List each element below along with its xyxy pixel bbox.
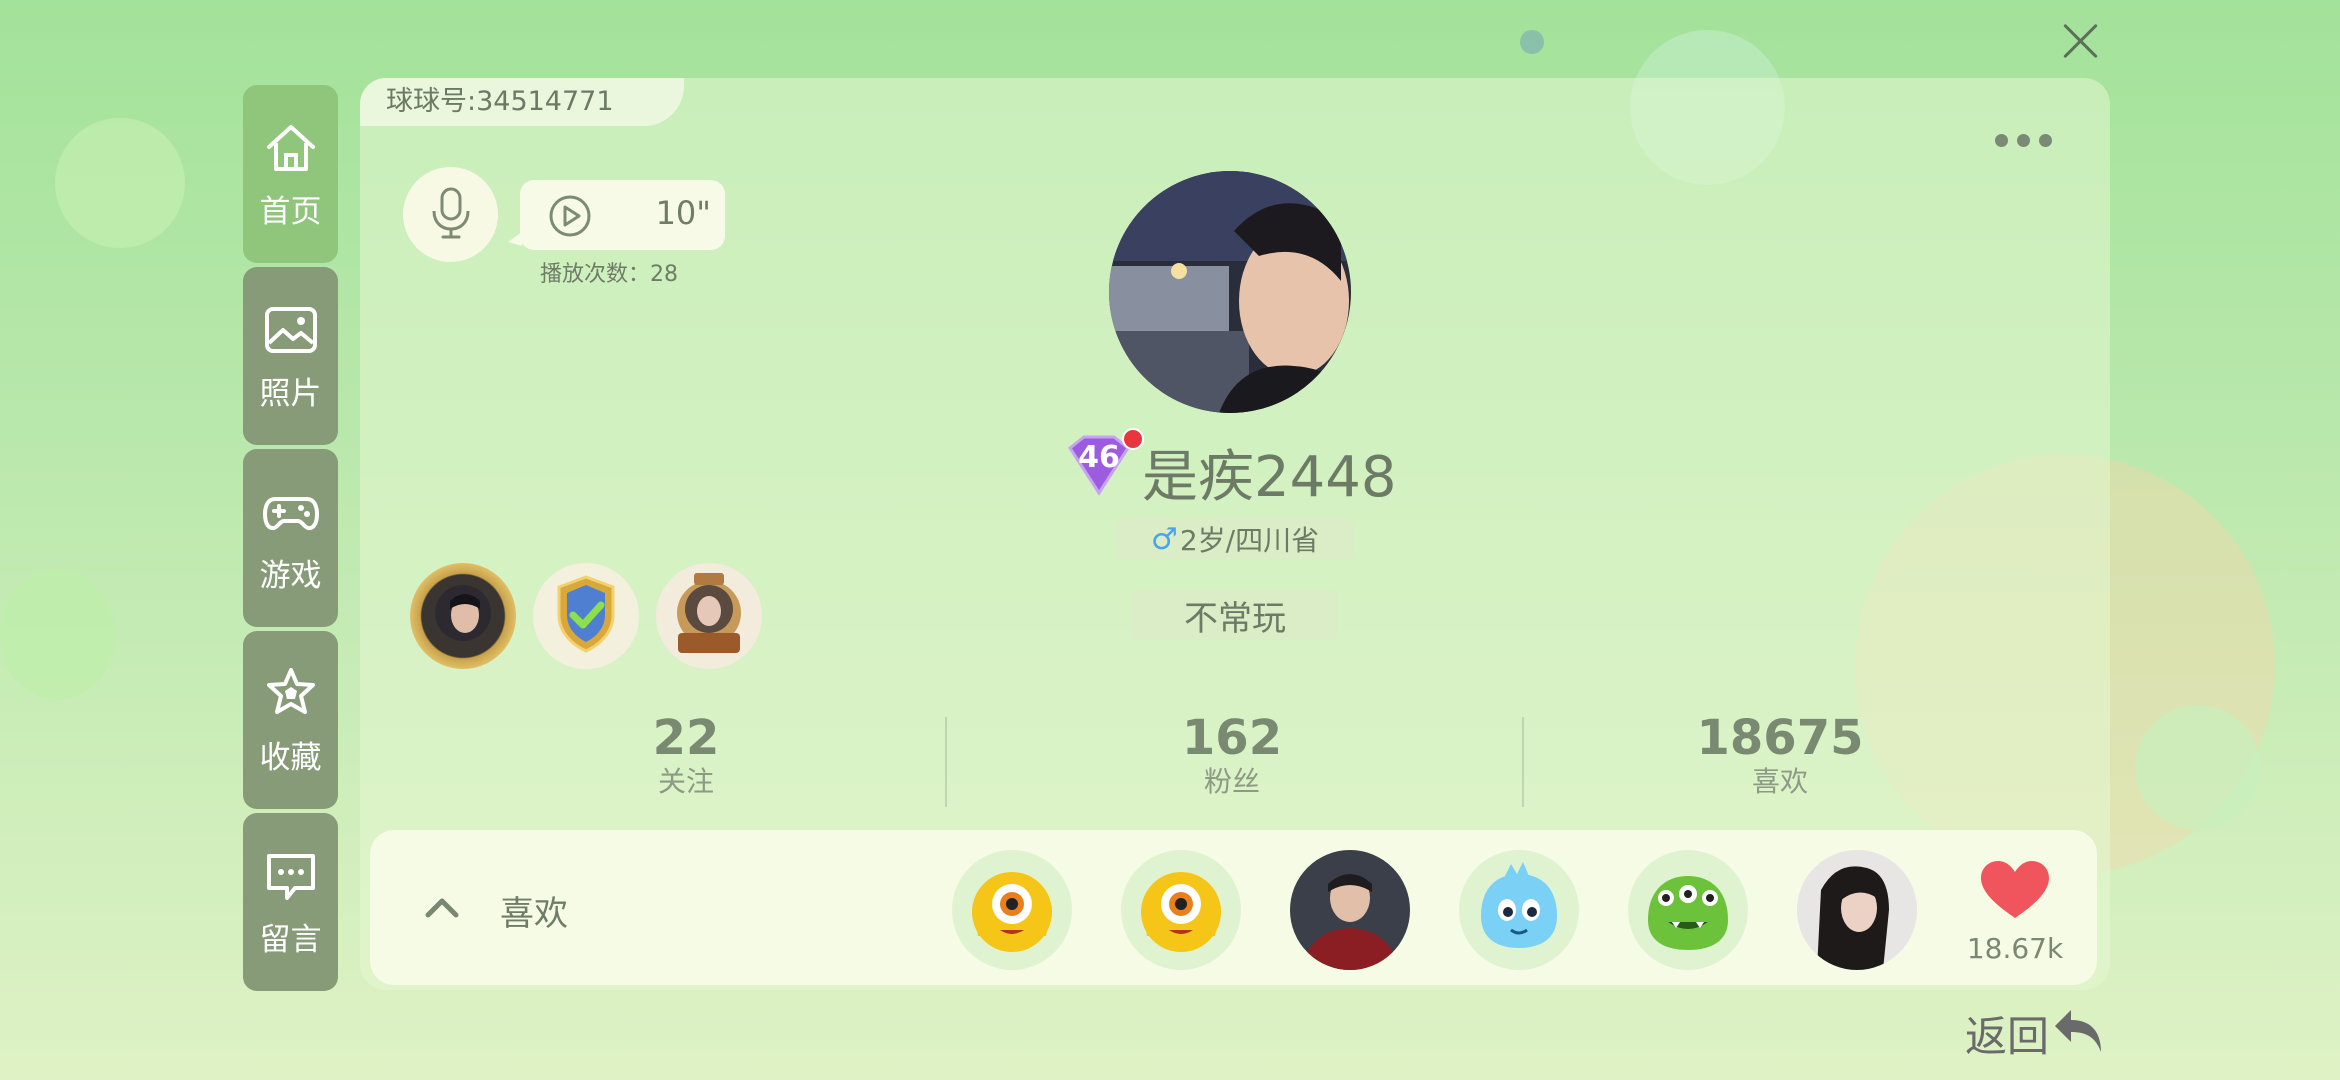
medal-badge-verified[interactable] xyxy=(533,563,639,669)
heart-icon xyxy=(1977,861,2053,926)
user-info: ♂ 2岁/四川省 xyxy=(1116,518,1354,560)
sidebar-item-label: 收藏 xyxy=(259,739,322,776)
play-count: 播放次数：28 xyxy=(540,262,678,287)
record-voice-button[interactable] xyxy=(403,167,498,262)
user-id-label: 球球号:34514771 xyxy=(360,78,684,126)
message-icon xyxy=(261,846,321,906)
sidebar-item-photos[interactable]: 照片 xyxy=(243,267,338,445)
sidebar: 首页 照片 游戏 收藏 留言 xyxy=(243,85,338,995)
collapse-likes-button[interactable] xyxy=(422,882,462,932)
sidebar-item-messages[interactable]: 留言 xyxy=(243,813,338,991)
photo-icon xyxy=(261,300,321,360)
fans-label: 粉丝 xyxy=(1203,765,1260,798)
microphone-icon xyxy=(428,185,474,245)
liker-avatar[interactable] xyxy=(1121,850,1241,970)
sidebar-item-label: 照片 xyxy=(259,375,322,412)
likes-count: 18675 xyxy=(1696,710,1864,766)
username: 是疾2448 xyxy=(1142,445,1397,510)
following-count: 22 xyxy=(652,710,720,766)
likes-bar: 喜欢 18.67k xyxy=(370,830,2097,985)
following-label: 关注 xyxy=(657,765,714,798)
liker-avatar[interactable] xyxy=(1459,850,1579,970)
sidebar-item-favorites[interactable]: 收藏 xyxy=(243,631,338,809)
voice-duration: 10" xyxy=(655,194,711,232)
background-bubble xyxy=(1520,30,1544,54)
stat-fans[interactable]: 162 粉丝 xyxy=(1082,712,1382,800)
male-icon: ♂ xyxy=(1150,521,1178,557)
background-bubble xyxy=(55,118,185,248)
divider xyxy=(945,717,947,807)
medal-badge-photo[interactable] xyxy=(410,563,516,669)
close-button[interactable] xyxy=(2055,16,2105,66)
gamepad-icon xyxy=(261,482,321,542)
play-icon xyxy=(548,194,592,242)
likes-stat-label: 喜欢 xyxy=(1751,765,1808,798)
like-heart-button[interactable]: 18.67k xyxy=(1960,858,2070,965)
stat-likes[interactable]: 18675 喜欢 xyxy=(1630,712,1930,800)
sidebar-item-home[interactable]: 首页 xyxy=(243,85,338,263)
likes-section-label: 喜欢 xyxy=(500,894,568,934)
sidebar-item-label: 首页 xyxy=(259,193,322,230)
back-button[interactable]: 返回 xyxy=(1965,1003,2109,1064)
more-options-button[interactable] xyxy=(1995,120,2065,160)
home-icon xyxy=(261,118,321,178)
chevron-up-icon xyxy=(422,898,462,936)
stats-row: 22 关注 162 粉丝 18675 喜欢 xyxy=(395,712,2095,812)
medal-badge-2019[interactable] xyxy=(656,563,762,669)
divider xyxy=(1522,717,1524,807)
activity-status: 不常玩 xyxy=(1132,590,1338,640)
stat-following[interactable]: 22 关注 xyxy=(536,712,836,800)
liker-avatar[interactable] xyxy=(952,850,1072,970)
background-bubble xyxy=(0,570,115,700)
liker-avatar[interactable] xyxy=(1797,850,1917,970)
back-label: 返回 xyxy=(1965,1012,2050,1061)
back-arrow-icon xyxy=(2049,1004,2109,1064)
notification-dot xyxy=(1122,428,1144,450)
like-total: 18.67k xyxy=(1966,932,2064,965)
profile-avatar[interactable] xyxy=(1109,171,1351,413)
sidebar-item-games[interactable]: 游戏 xyxy=(243,449,338,627)
age-location: 2岁/四川省 xyxy=(1179,524,1320,557)
voice-intro-player[interactable]: 10" xyxy=(508,180,725,250)
sidebar-item-label: 游戏 xyxy=(259,557,322,594)
fans-count: 162 xyxy=(1181,710,1283,766)
background-bubble xyxy=(2135,705,2260,830)
liker-avatar[interactable] xyxy=(1628,850,1748,970)
liker-avatar[interactable] xyxy=(1290,850,1410,970)
star-icon xyxy=(261,664,321,724)
sidebar-item-label: 留言 xyxy=(259,921,322,958)
